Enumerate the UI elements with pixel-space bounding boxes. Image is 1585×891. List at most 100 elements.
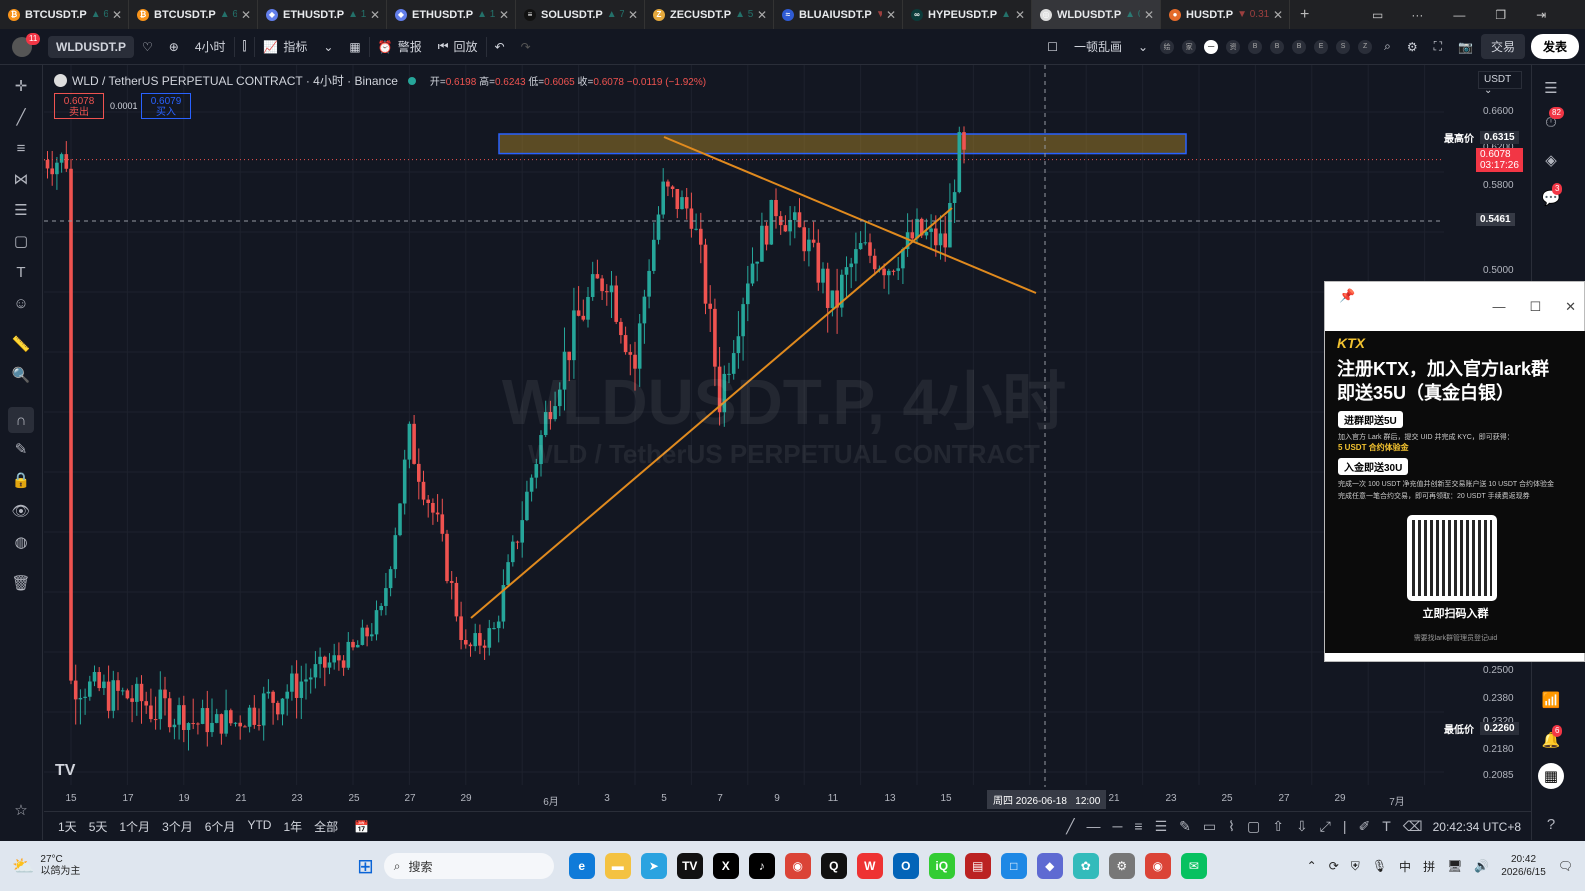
lock-icon[interactable]: 🔒 [11, 470, 31, 490]
apps-grid-icon[interactable]: ▦ [1538, 763, 1564, 789]
wps-icon[interactable]: W [856, 853, 883, 879]
app-red-icon[interactable]: ▤ [964, 853, 991, 879]
maximize-icon[interactable]: ☐ [1529, 299, 1541, 315]
minimize-icon[interactable]: — [1453, 8, 1465, 22]
measure-tool-icon[interactable]: ⤢ [1320, 818, 1331, 835]
quick-circle-button[interactable]: B [1248, 39, 1263, 54]
quick-circle-button[interactable]: 一 [1204, 39, 1219, 54]
compare-add-icon[interactable]: ⊕ [161, 29, 187, 65]
start-icon[interactable]: ⊞ [357, 854, 374, 879]
range-button[interactable]: 3个月 [162, 818, 193, 835]
quick-circle-button[interactable]: 绘 [1160, 39, 1175, 54]
sync-icon[interactable]: ⟳ [1329, 859, 1339, 873]
more-icon[interactable]: ··· [1411, 8, 1423, 22]
quick-circle-button[interactable]: B [1270, 39, 1285, 54]
weather-widget[interactable]: ⛅ 27°C 以鸽为主 [12, 854, 142, 878]
chevron-down-icon[interactable]: ⌄ [315, 29, 341, 65]
symbol-search-button[interactable]: WLDUSDT.P [48, 35, 134, 58]
chrome-icon[interactable]: ◉ [784, 853, 811, 879]
browser-tab[interactable]: ● HUSDT.P ▼ 0.31 ✕ [1161, 0, 1290, 29]
range-button[interactable]: 全部 [314, 818, 338, 835]
globe-icon[interactable]: ◍ [11, 532, 31, 552]
mic-icon[interactable]: 🎙 [1372, 859, 1387, 873]
text-tool-icon[interactable]: T [1382, 818, 1391, 835]
browser-tab[interactable]: ₿ BTCUSDT.P▲ 66 ✕ [129, 0, 258, 29]
fullscreen-icon[interactable]: ⛶ [1426, 29, 1450, 65]
browser-tab[interactable]: ◆ ETHUSDT.P ▲ 1 ✕ [387, 0, 516, 29]
camera-icon[interactable]: 📷 [1450, 29, 1481, 65]
undo-icon[interactable]: ↶ [487, 29, 513, 65]
cast-icon[interactable]: ▭ [1372, 8, 1383, 22]
callout-tool-icon[interactable]: ▭ [1203, 818, 1216, 835]
layout-name-button[interactable]: 一顿乱画 [1066, 29, 1130, 65]
close-icon[interactable]: ✕ [112, 8, 122, 22]
alert-button[interactable]: ⏰ 警报 [370, 29, 430, 65]
gear-icon[interactable]: ⚙ [1399, 29, 1426, 65]
magnet-icon[interactable]: ∩ [8, 407, 34, 433]
replay-button[interactable]: ⏮ 回放 [430, 29, 486, 65]
exit-icon[interactable]: ⇥ [1536, 8, 1546, 22]
close-icon[interactable]: ✕ [370, 8, 380, 22]
rectangle-icon[interactable]: ▢ [11, 231, 31, 251]
pattern-icon[interactable]: ⋈ [11, 169, 31, 189]
ray-tool-icon[interactable]: ─ [1113, 818, 1123, 835]
arrow-down-tool-icon[interactable]: ⇩ [1296, 818, 1308, 835]
range-button[interactable]: 1天 [58, 818, 77, 835]
iqiyi-icon[interactable]: iQ [928, 853, 955, 879]
browser-tab[interactable]: ₿ BTCUSDT.P▲ 66 ✕ [0, 0, 129, 29]
new-tab-icon[interactable]: + [1300, 6, 1309, 24]
app-blue-icon[interactable]: □ [1000, 853, 1027, 879]
close-icon[interactable]: ✕ [1015, 8, 1025, 22]
interval-button[interactable]: 4小时 [187, 29, 234, 65]
browser-tab[interactable]: ≈ BLUAIUSDT.P ▼ ✕ [774, 0, 903, 29]
close-icon[interactable]: ✕ [1565, 299, 1576, 315]
chrome2-icon[interactable]: ◉ [1144, 853, 1171, 879]
tradingview-app-icon[interactable]: TV [676, 853, 703, 879]
wechat-icon[interactable]: ✉ [1180, 853, 1207, 879]
app-purple-icon[interactable]: ◆ [1036, 853, 1063, 879]
eye-icon[interactable]: 👁 [11, 501, 31, 521]
datetime[interactable]: 20:42 2026/6/15 [1501, 853, 1546, 879]
arrow-up-tool-icon[interactable]: ⇧ [1272, 818, 1284, 835]
draw-lock-icon[interactable]: ✎ [11, 439, 31, 459]
trash-icon[interactable]: 🗑 [11, 573, 31, 593]
range-button[interactable]: 5天 [89, 818, 108, 835]
quick-circle-button[interactable]: B [1292, 39, 1307, 54]
post-button[interactable]: 发表 [1530, 34, 1579, 59]
close-icon[interactable]: ✕ [628, 8, 638, 22]
qq-icon[interactable]: Q [820, 853, 847, 879]
help-icon[interactable]: ? [1540, 813, 1562, 835]
browser-tab[interactable]: Z ZECUSDT.P▲ 52 ✕ [645, 0, 774, 29]
range-button[interactable]: 1个月 [119, 818, 150, 835]
x-icon[interactable]: X [712, 853, 739, 879]
range-button[interactable]: YTD [247, 818, 271, 835]
quick-circle-button[interactable]: 家 [1182, 39, 1197, 54]
quick-circle-button[interactable]: 资 [1226, 39, 1241, 54]
eraser-tool-icon[interactable]: ⌫ [1403, 818, 1423, 835]
candle-style-icon[interactable]: ⫿ [235, 29, 255, 65]
tiktok-icon[interactable]: ♪ [748, 853, 775, 879]
network-icon[interactable]: 🖥 [1447, 859, 1462, 873]
chevron-down-icon[interactable]: ⌄ [1130, 29, 1156, 65]
trade-button[interactable]: 交易 [1480, 34, 1525, 59]
chart-area[interactable]: WLDUSDT.P, 4小时 WLD / TetherUS PERPETUAL … [44, 65, 1531, 810]
indicators-button[interactable]: 📈 指标 [255, 29, 315, 65]
range-button[interactable]: 1年 [283, 818, 302, 835]
ime-lang[interactable]: 中 [1399, 858, 1411, 875]
fib-tool-icon[interactable]: ☰ [1155, 818, 1168, 835]
signal-icon[interactable]: 📶 [1540, 689, 1562, 711]
crosshair-icon[interactable]: ✛ [11, 76, 31, 96]
text-icon[interactable]: T [11, 262, 31, 282]
horizontal-lines-icon[interactable]: ≡ [11, 138, 31, 158]
path-tool-icon[interactable]: ⌇ [1228, 818, 1235, 835]
symbol-title[interactable]: WLD / TetherUS PERPETUAL CONTRACT · 4小时 … [72, 72, 398, 89]
star-icon[interactable]: ☆ [11, 800, 31, 820]
restore-icon[interactable]: ❐ [1495, 8, 1506, 22]
app-teal-icon[interactable]: ✿ [1072, 853, 1099, 879]
tray-chevron-icon[interactable]: ⌃ [1307, 859, 1317, 873]
avatar[interactable]: 11 [0, 29, 41, 65]
buy-button[interactable]: 0.6079 买入 [141, 93, 191, 119]
quick-circle-button[interactable]: Z [1358, 39, 1373, 54]
trendline-icon[interactable]: ╱ [11, 107, 31, 127]
browser-tab[interactable]: ∞ HYPEUSDT.P ▲ ✕ [903, 0, 1032, 29]
